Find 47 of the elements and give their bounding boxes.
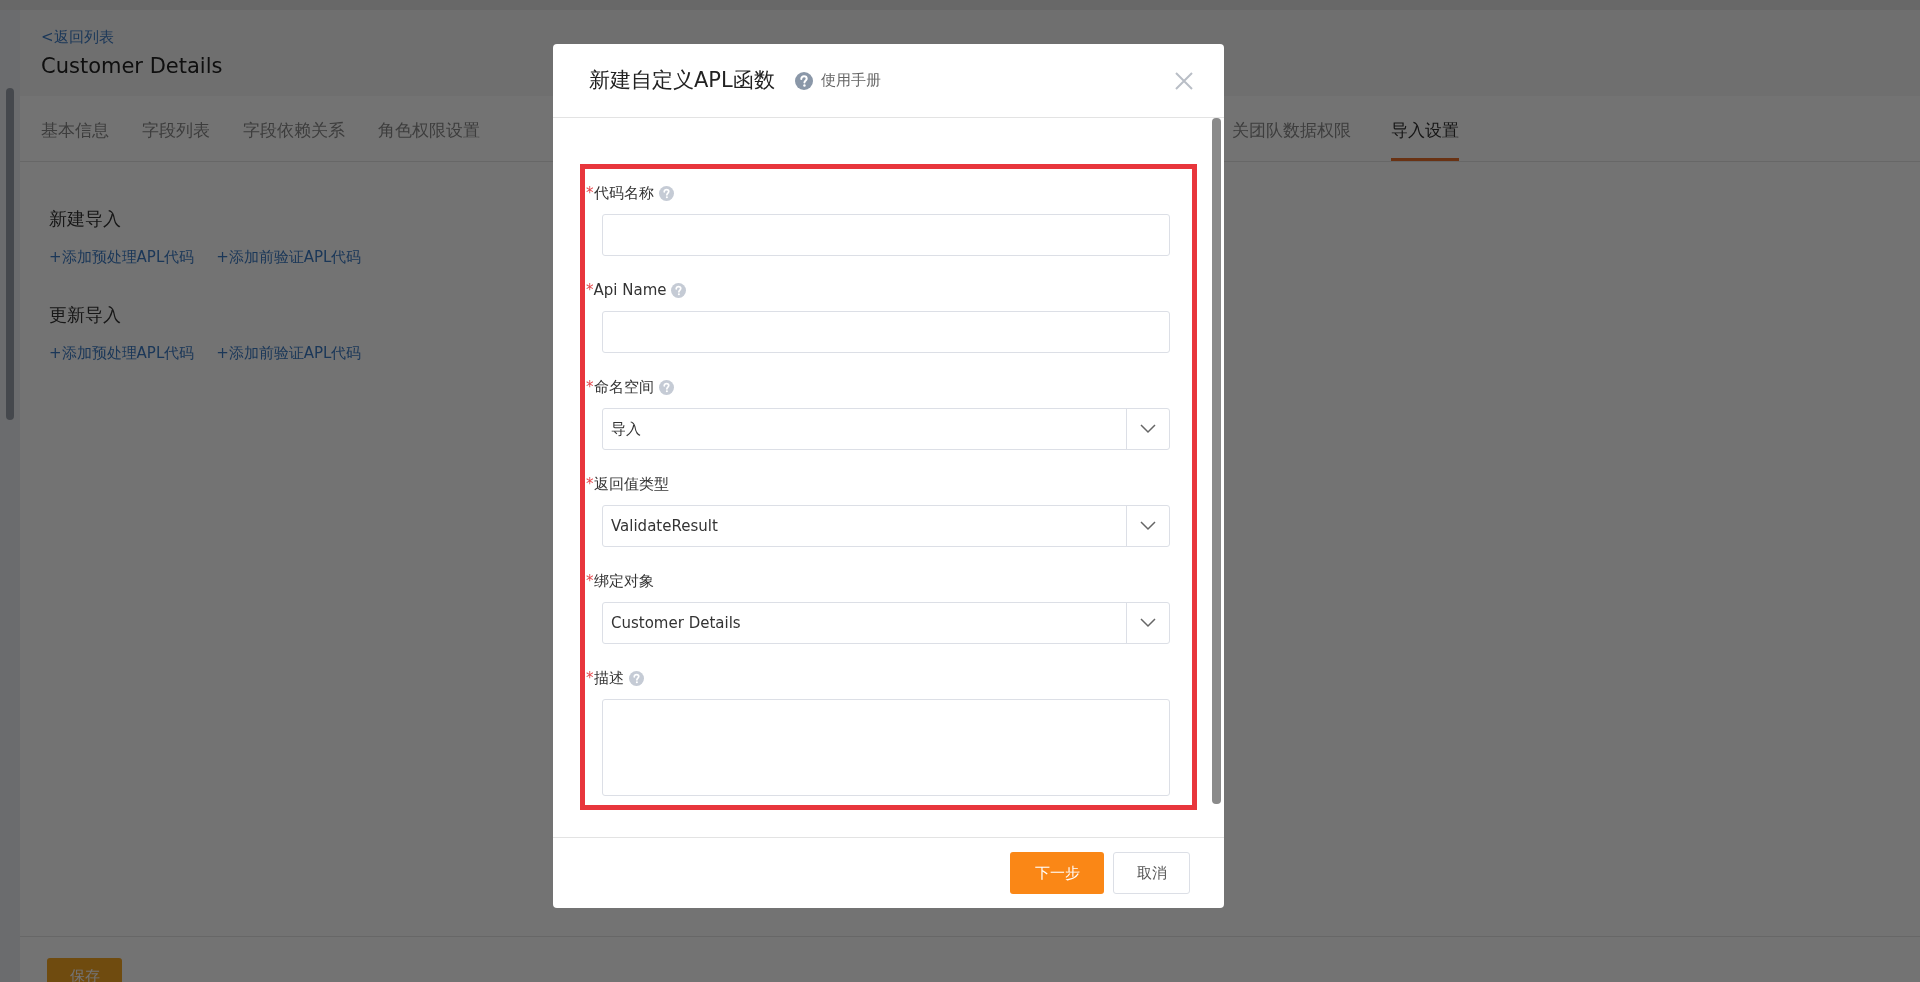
help-icon <box>671 282 687 298</box>
chevron-down-icon <box>1140 521 1156 531</box>
select-value: ValidateResult <box>610 515 719 537</box>
manual-link[interactable]: 使用手册 <box>820 69 881 92</box>
field-label: 描述 <box>593 667 624 689</box>
page-title: Customer Details <box>41 52 223 80</box>
section-title: 新建导入 <box>49 207 122 231</box>
field-label: 代码名称 <box>593 182 654 204</box>
field-label: Api Name <box>593 279 667 301</box>
add-code-link[interactable]: +添加预处理APL代码 <box>49 341 195 364</box>
tab[interactable]: 导入设置 <box>1391 103 1459 161</box>
text-field[interactable] <box>602 311 1170 353</box>
help-icon <box>794 71 813 90</box>
required-mark: * <box>586 473 594 495</box>
chevron-down-icon <box>1140 424 1156 434</box>
help-icon <box>628 670 644 686</box>
text-field[interactable] <box>602 214 1170 256</box>
field-label: 命名空间 <box>593 376 654 398</box>
text-area[interactable] <box>602 699 1170 796</box>
select-field[interactable]: Customer Details <box>602 602 1170 644</box>
required-mark: * <box>586 570 594 592</box>
required-mark: * <box>586 667 594 689</box>
cancel-button[interactable]: 取消 <box>1113 852 1190 894</box>
field-label: 绑定对象 <box>593 570 654 592</box>
close-button[interactable] <box>1174 70 1194 91</box>
select-field[interactable]: 导入 <box>602 408 1170 450</box>
required-mark: * <box>586 279 594 301</box>
field-label: 返回值类型 <box>593 473 669 495</box>
next-button[interactable]: 下一步 <box>1010 852 1104 894</box>
help-icon <box>658 185 674 201</box>
select-value: 导入 <box>610 418 642 440</box>
dialog-title: 新建自定义APL函数 <box>589 66 775 94</box>
scrollbar[interactable] <box>1212 118 1221 804</box>
required-mark: * <box>586 182 594 204</box>
select-value: Customer Details <box>610 612 742 634</box>
add-code-link[interactable]: +添加前验证APL代码 <box>216 341 362 364</box>
save-button[interactable]: 保存 <box>47 958 122 982</box>
scrollbar[interactable] <box>6 88 14 420</box>
add-code-link[interactable]: +添加预处理APL代码 <box>49 246 195 269</box>
close-icon <box>1174 70 1194 91</box>
chevron-down-icon <box>1140 618 1156 628</box>
add-code-link[interactable]: +添加前验证APL代码 <box>216 246 362 269</box>
select-field[interactable]: ValidateResult <box>602 505 1170 547</box>
section-title: 更新导入 <box>49 302 122 327</box>
back-link[interactable]: <返回列表 <box>41 26 114 49</box>
help-icon <box>658 379 674 395</box>
required-mark: * <box>586 376 594 398</box>
